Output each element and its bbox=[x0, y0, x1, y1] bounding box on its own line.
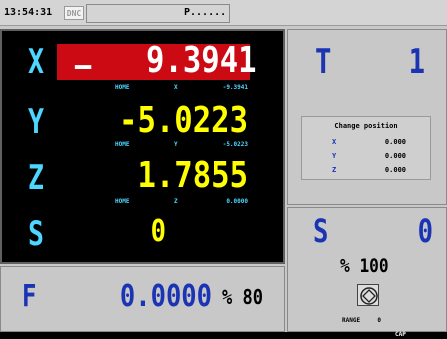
change-position-axis-z: Z bbox=[332, 166, 337, 174]
spindle-stop-icon[interactable] bbox=[357, 284, 379, 306]
home-label-y: HOME bbox=[115, 141, 130, 148]
change-position-title: Change position bbox=[334, 122, 398, 130]
home-value-z: 0.0000 bbox=[226, 198, 248, 205]
home-value-y: -5.0223 bbox=[222, 141, 248, 148]
spindle-letter: S bbox=[313, 212, 329, 250]
feed-value: 0.0000 bbox=[119, 279, 212, 314]
spindle-stop-icon-svg bbox=[360, 287, 378, 305]
axis-value-x: 9.3941 bbox=[146, 40, 257, 81]
program-name: P...... bbox=[184, 7, 227, 18]
spindle-override: % 100 bbox=[340, 255, 389, 277]
axis-value-s: 0 bbox=[150, 214, 166, 249]
axis-letter-y: Y bbox=[28, 102, 44, 142]
axis-value-y: -5.0223 bbox=[119, 100, 248, 141]
home-label-z: HOME bbox=[115, 198, 130, 205]
range-value: 0 bbox=[377, 317, 381, 324]
mode-indicator[interactable]: DNC bbox=[64, 6, 84, 20]
home-axis-z: Z bbox=[174, 198, 178, 205]
softkey-bar bbox=[0, 332, 447, 339]
tool-letter: T bbox=[315, 42, 332, 82]
clock: 13:54:31 bbox=[4, 7, 53, 18]
tool-number: 1 bbox=[408, 42, 425, 82]
x-sign: – bbox=[74, 46, 92, 84]
home-label-x: HOME bbox=[115, 84, 130, 91]
change-position-axis-x: X bbox=[332, 138, 337, 146]
home-value-x: -9.3941 bbox=[222, 84, 248, 91]
change-position-value-x: 0.000 bbox=[384, 138, 406, 146]
spindle-speed: 0 bbox=[417, 212, 433, 250]
feed-letter: F bbox=[22, 279, 37, 314]
axis-letter-z: Z bbox=[28, 158, 44, 198]
change-position-axis-y: Y bbox=[332, 152, 337, 160]
axis-letter-x: X bbox=[28, 42, 44, 82]
axis-letter-s: S bbox=[28, 214, 44, 254]
range-indicator: RANGE 0 bbox=[342, 317, 381, 324]
range-label: RANGE bbox=[342, 317, 361, 324]
feed-override: % 80 bbox=[222, 285, 263, 309]
softkey-cap[interactable]: CAP bbox=[395, 331, 406, 338]
change-position-value-z: 0.000 bbox=[384, 166, 406, 174]
axis-value-z: 1.7855 bbox=[137, 155, 248, 196]
change-position-value-y: 0.000 bbox=[384, 152, 406, 160]
home-axis-x: X bbox=[174, 84, 178, 91]
home-axis-y: Y bbox=[174, 141, 178, 148]
